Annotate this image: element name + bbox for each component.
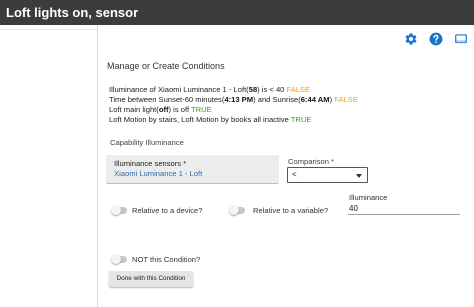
sensors-value: Xiaomi Luminance 1 - Loft — [114, 169, 203, 178]
window-title: Loft lights on, sensor — [0, 0, 474, 25]
toggle-knob — [111, 254, 121, 264]
condition-line[interactable]: Illuminance of Xiaomi Luminance 1 - Loft… — [109, 85, 310, 94]
left-sidebar — [0, 25, 98, 307]
condition-line[interactable]: Time between Sunset-60 minutes(4:13 PM) … — [109, 95, 358, 104]
help-icon[interactable] — [429, 32, 443, 46]
relative-variable-toggle[interactable] — [229, 205, 245, 215]
sensors-label: Illuminance sensors * — [114, 159, 187, 168]
condition-line[interactable]: Loft Motion by stairs, Loft Motion by bo… — [109, 115, 311, 124]
illuminance-label: Illuminance — [349, 193, 388, 202]
done-with-condition-button[interactable]: Done with this Condition — [109, 271, 193, 287]
comparison-value: < — [292, 170, 297, 179]
capability-label: Capability Illuminance — [110, 138, 184, 147]
chevron-down-icon — [356, 174, 362, 178]
screen-icon[interactable] — [454, 32, 468, 46]
relative-variable-label: Relative to a variable? — [253, 206, 329, 215]
illuminance-sensors-select[interactable]: Illuminance sensors * Xiaomi Luminance 1… — [106, 155, 279, 184]
condition-status: FALSE — [286, 85, 311, 94]
not-condition-label: NOT this Condition? — [132, 255, 201, 264]
not-condition-toggle[interactable] — [111, 254, 127, 264]
condition-status: FALSE — [334, 95, 358, 104]
relative-device-label: Relative to a device? — [132, 206, 203, 215]
gear-icon[interactable] — [404, 32, 418, 46]
condition-status: TRUE — [290, 115, 312, 124]
condition-status: TRUE — [191, 105, 212, 114]
conditions-heading: Manage or Create Conditions — [107, 61, 225, 71]
comparison-label: Comparison * — [288, 157, 335, 166]
toggle-knob — [229, 205, 239, 215]
comparison-select[interactable]: < — [287, 167, 368, 183]
illuminance-input[interactable] — [348, 203, 460, 215]
condition-line[interactable]: Loft main light(off) is off TRUE — [109, 105, 212, 114]
toggle-knob — [111, 205, 121, 215]
sidebar-divider — [0, 29, 97, 30]
relative-device-toggle[interactable] — [111, 205, 127, 215]
